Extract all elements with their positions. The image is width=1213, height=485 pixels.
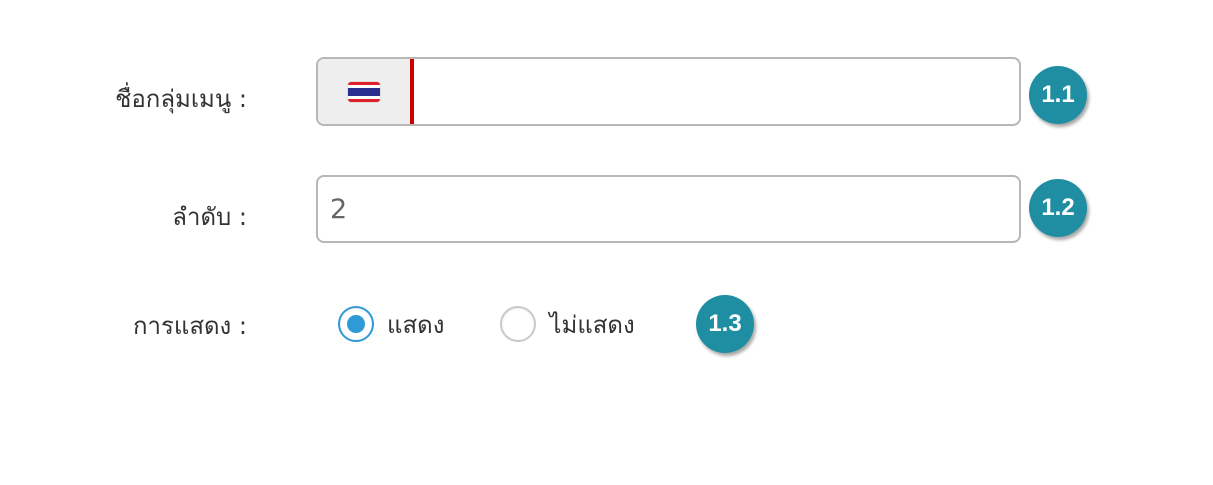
menu-group-name-field[interactable] [316, 57, 1021, 126]
radio-show[interactable]: แสดง [338, 305, 444, 344]
annotation-badge-1-1: 1.1 [1029, 66, 1087, 124]
radio-show-button[interactable] [338, 306, 374, 342]
thailand-flag-icon [348, 81, 380, 102]
radio-hide-button[interactable] [500, 306, 537, 342]
radio-show-label[interactable]: แสดง [387, 305, 444, 344]
radio-hide-label[interactable]: ไม่แสดง [549, 305, 634, 344]
menu-group-name-label: ชื่อกลุ่มเมนู : [115, 85, 247, 113]
radio-hide[interactable]: ไม่แสดง [500, 305, 635, 344]
menu-group-name-input[interactable] [414, 59, 1019, 124]
display-radio-group: แสดง ไม่แสดง [338, 302, 635, 346]
annotation-badge-1-3: 1.3 [696, 295, 754, 353]
order-field[interactable] [316, 175, 1021, 243]
order-label: ลำดับ : [172, 203, 247, 231]
order-input[interactable] [318, 177, 1019, 241]
display-label: การแสดง : [132, 312, 247, 340]
language-addon [318, 59, 414, 124]
annotation-badge-1-2: 1.2 [1029, 179, 1087, 237]
